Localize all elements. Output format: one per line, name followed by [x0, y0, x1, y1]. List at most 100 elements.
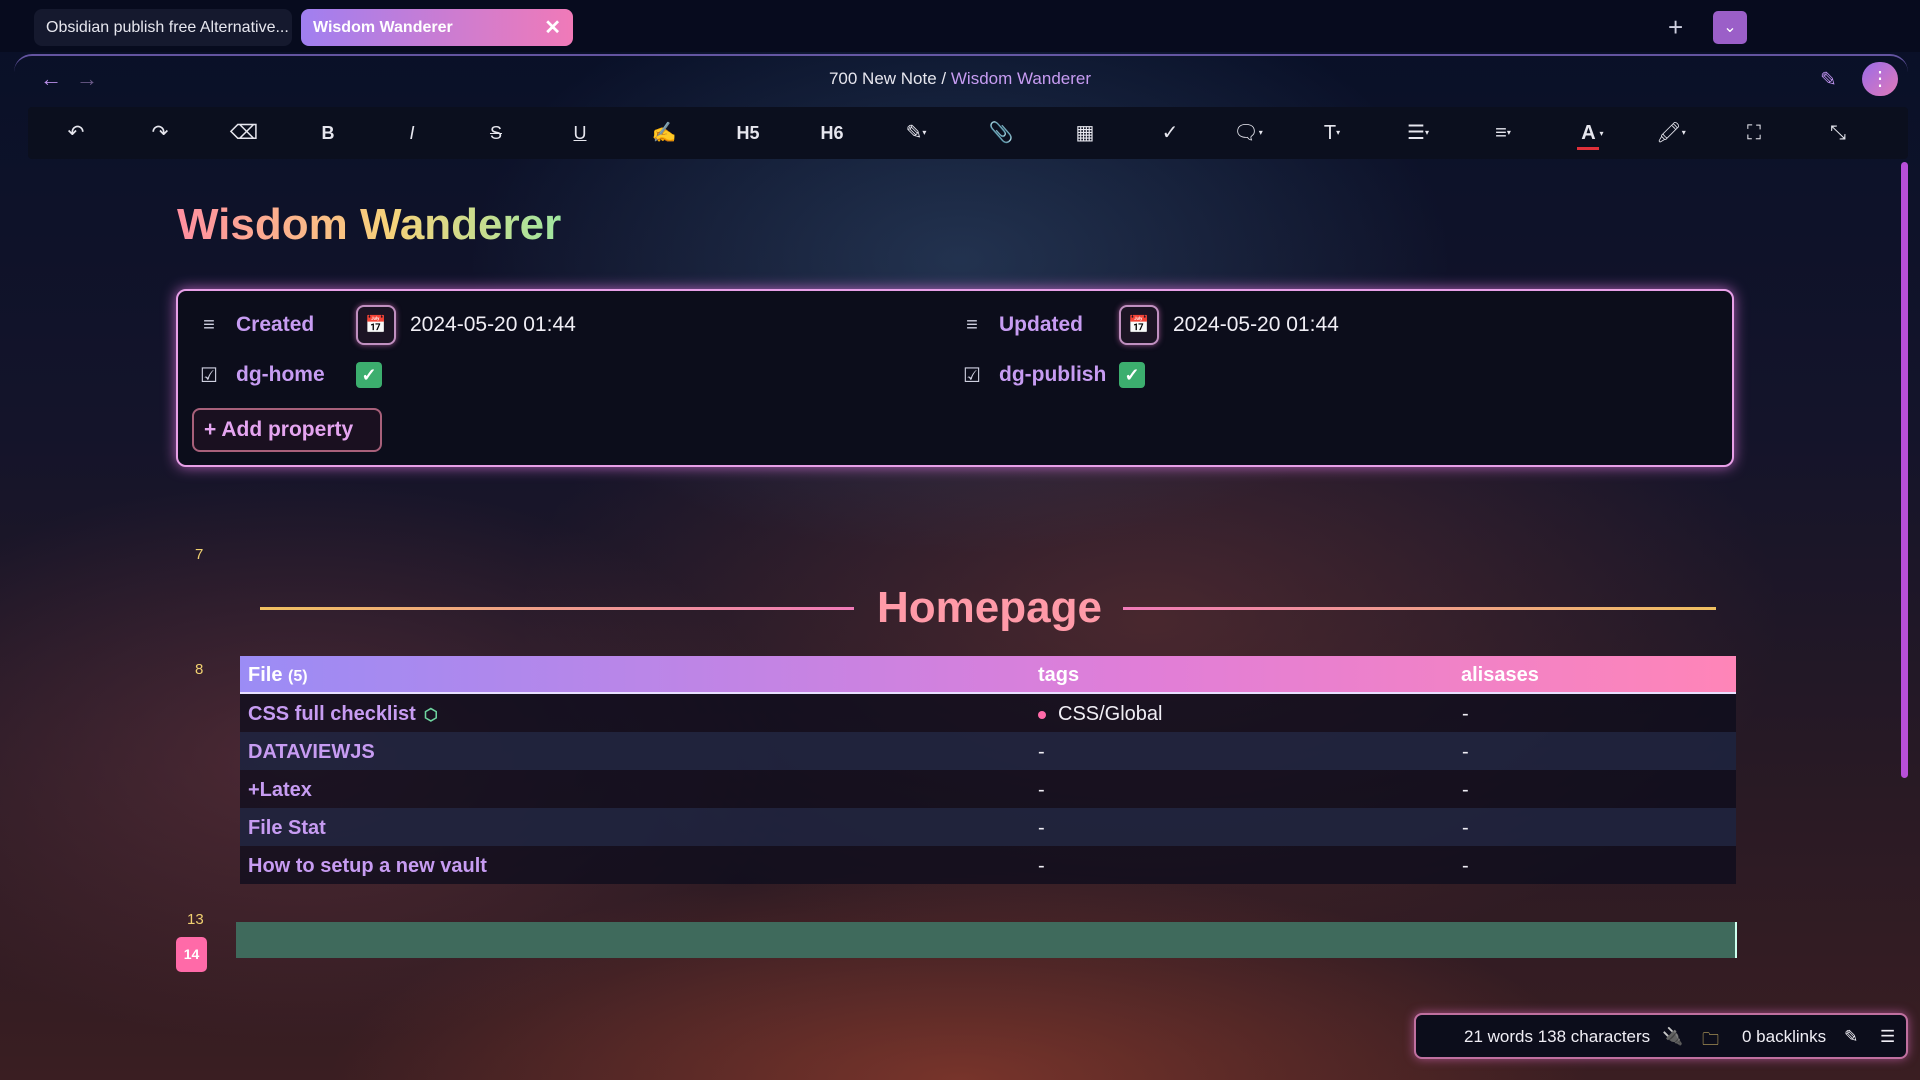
tag-label: CSS/Global	[1058, 703, 1163, 725]
close-icon[interactable]: ✕	[544, 15, 561, 40]
text-lines-icon: ≡	[966, 313, 978, 336]
tag-cell[interactable]: CSS/Global	[1038, 703, 1163, 726]
alias-cell: -	[1462, 741, 1469, 763]
table-header: File (5) tags alisases	[240, 656, 1736, 694]
table-row: File Stat - -	[240, 808, 1736, 846]
check-circle-icon[interactable]: ✓	[1152, 117, 1188, 149]
active-line-number: 14	[176, 937, 207, 972]
fullscreen-icon[interactable]: ⛶	[1736, 117, 1772, 149]
comment-dropdown-icon[interactable]: 🗨▾	[1230, 117, 1266, 149]
heading-block: Homepage	[260, 583, 1716, 641]
heading-divider-left	[260, 607, 854, 610]
property-value[interactable]: 2024-05-20 01:44	[1173, 313, 1339, 337]
table-row: CSS full checklist ⬡ CSS/Global -	[240, 694, 1736, 732]
breadcrumb: 700 New Note / Wisdom Wanderer	[0, 69, 1920, 89]
calendar-icon[interactable]: 📅	[1119, 305, 1159, 345]
checkbox-checked[interactable]: ✓	[356, 362, 382, 388]
alias-cell: -	[1462, 779, 1469, 801]
file-link[interactable]: File Stat	[248, 817, 326, 840]
folder-icon[interactable]: 🗀	[1702, 1027, 1719, 1056]
properties-panel: ≡ Created 📅 2024-05-20 01:44 ≡ Updated 📅…	[176, 289, 1734, 467]
plugin-status-icon[interactable]: 🔌	[1662, 1027, 1683, 1047]
pen-icon[interactable]: ✎	[1844, 1027, 1858, 1047]
dropdown-chevron-icon: ▾	[1681, 128, 1686, 137]
heading5-icon[interactable]: H5	[730, 117, 766, 149]
file-link[interactable]: +Latex	[248, 779, 312, 802]
column-header-tags[interactable]: tags	[1038, 664, 1079, 687]
undo-icon[interactable]: ↶	[58, 117, 94, 149]
list-dropdown-icon[interactable]: ☰▾	[1400, 117, 1436, 149]
breadcrumb-separator: /	[941, 69, 947, 88]
line-number: 8	[195, 661, 204, 678]
list-icon: ☰	[1407, 122, 1425, 144]
calendar-icon[interactable]: 📅	[356, 305, 396, 345]
table-row: +Latex - -	[240, 770, 1736, 808]
comment-icon: 🗨	[1233, 122, 1259, 144]
cube-icon: ⬡	[423, 707, 438, 724]
eraser-icon[interactable]: ⌫	[226, 117, 262, 149]
property-key[interactable]: dg-home	[236, 363, 356, 387]
vertical-scrollbar[interactable]	[1901, 162, 1908, 778]
more-options-button[interactable]: ⋮	[1862, 62, 1898, 96]
table-row: How to setup a new vault - -	[240, 846, 1736, 884]
property-key[interactable]: Created	[236, 313, 356, 337]
checkbox-checked[interactable]: ✓	[1119, 362, 1145, 388]
bullet-dot	[1038, 710, 1046, 719]
heading-homepage[interactable]: Homepage	[877, 583, 1102, 633]
checkbox-type-icon: ☑	[963, 364, 981, 387]
column-header-label: File	[248, 664, 283, 686]
file-link[interactable]: CSS full checklist ⬡	[248, 703, 438, 726]
dropdown-chevron-icon: ▾	[1599, 129, 1604, 138]
redo-icon[interactable]: ↷	[142, 117, 178, 149]
add-property-label: Add property	[221, 418, 354, 441]
highlighter-icon: 🖍	[1656, 122, 1682, 144]
collapse-icon[interactable]: ⤡	[1820, 117, 1856, 149]
font-color-dropdown-icon[interactable]: A ▾	[1569, 117, 1605, 150]
line-number: 7	[195, 546, 204, 563]
alias-cell: -	[1462, 703, 1469, 725]
tab-wisdom-wanderer[interactable]: Wisdom Wanderer ✕	[301, 9, 573, 46]
table-icon[interactable]: ▦	[1067, 117, 1103, 149]
breadcrumb-current[interactable]: Wisdom Wanderer	[951, 69, 1091, 88]
tab-obsidian-publish[interactable]: Obsidian publish free Alternative...	[34, 9, 292, 46]
tab-list-chevron-icon[interactable]: ⌄	[1713, 11, 1747, 44]
heading6-icon[interactable]: H6	[814, 117, 850, 149]
dropdown-chevron-icon: ▾	[1336, 128, 1341, 137]
note-title[interactable]: Wisdom Wanderer	[177, 200, 561, 250]
text-lines-icon: ≡	[203, 313, 215, 336]
highlight-dropdown-icon[interactable]: 🖍▾	[1653, 117, 1689, 149]
pencil-dropdown-icon[interactable]: ✎▾	[898, 117, 934, 149]
property-key[interactable]: dg-publish	[999, 363, 1119, 387]
status-bar: 21 words 138 characters 🔌 🗀 0 backlinks …	[1414, 1013, 1908, 1059]
tag-cell: -	[1038, 855, 1045, 877]
checkbox-type-icon: ☑	[200, 364, 218, 387]
stack-icon[interactable]: ☰	[1880, 1027, 1895, 1047]
breadcrumb-parent[interactable]: 700 New Note	[829, 69, 937, 88]
attachment-icon[interactable]: 📎	[983, 117, 1019, 149]
text-size-dropdown-icon[interactable]: T▾	[1314, 117, 1350, 149]
property-created: ≡ Created 📅 2024-05-20 01:44	[198, 305, 576, 345]
tab-bar: Obsidian publish free Alternative... Wis…	[0, 0, 1920, 52]
align-dropdown-icon[interactable]: ≡▾	[1485, 117, 1521, 149]
property-value[interactable]: 2024-05-20 01:44	[410, 313, 576, 337]
italic-icon[interactable]: I	[394, 117, 430, 149]
backlinks-count[interactable]: 0 backlinks	[1742, 1027, 1826, 1047]
tag-cell: -	[1038, 779, 1045, 801]
word-character-count[interactable]: 21 words 138 characters	[1464, 1027, 1650, 1047]
edit-mode-icon[interactable]: ✎	[1820, 67, 1837, 92]
bold-icon[interactable]: B	[310, 117, 346, 149]
code-block-placeholder[interactable]	[236, 922, 1737, 958]
brush-icon[interactable]: ✍	[646, 117, 682, 149]
new-tab-plus-icon[interactable]: +	[1668, 12, 1683, 43]
file-link[interactable]: DATAVIEWJS	[248, 741, 375, 764]
add-property-button[interactable]: + Add property	[192, 408, 382, 452]
file-link[interactable]: How to setup a new vault	[248, 855, 487, 878]
file-link-label: CSS full checklist	[248, 703, 416, 725]
underline-icon[interactable]: U	[562, 117, 598, 149]
strikethrough-icon[interactable]: S	[478, 117, 514, 149]
column-header-aliases[interactable]: alisases	[1461, 664, 1539, 687]
column-header-file[interactable]: File (5)	[248, 664, 308, 687]
property-key[interactable]: Updated	[999, 313, 1119, 337]
property-dg-home: ☑ dg-home ✓	[198, 357, 382, 393]
alias-cell: -	[1462, 855, 1469, 877]
